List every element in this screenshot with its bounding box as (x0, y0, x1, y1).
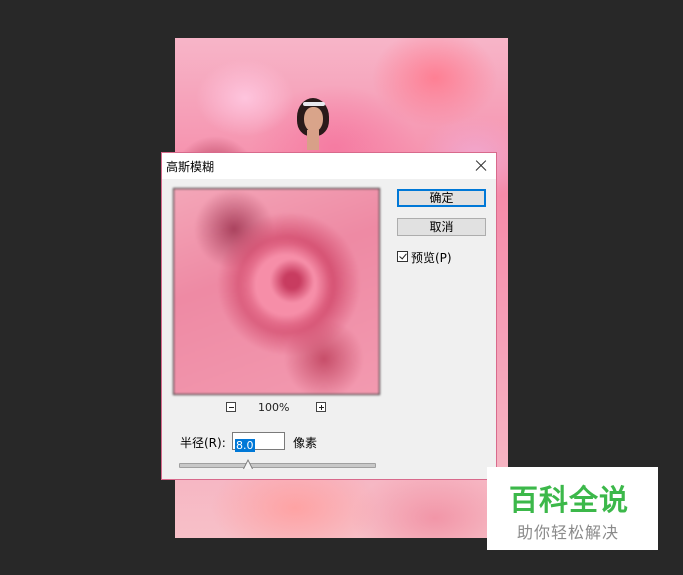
zoom-level: 100% (258, 401, 290, 414)
preview-checkbox-label[interactable]: 预览(P) (411, 249, 452, 266)
zoom-in-icon[interactable] (316, 402, 326, 412)
cancel-button[interactable]: 取消 (397, 218, 486, 236)
close-icon[interactable] (468, 154, 494, 178)
ok-button[interactable]: 确定 (397, 189, 486, 207)
zoom-out-icon[interactable] (226, 402, 236, 412)
blur-preview[interactable] (173, 188, 380, 395)
watermark-subtitle: 助你轻松解决 (517, 523, 620, 542)
gaussian-blur-dialog: 高斯模糊 100% 确定 取消 预览(P) 半径(R): 8.0 像素 (161, 152, 497, 480)
dialog-title: 高斯模糊 (166, 160, 215, 174)
radius-value[interactable]: 8.0 (235, 439, 255, 452)
radius-label: 半径(R): (180, 436, 226, 450)
watermark-logo: 百科全说 助你轻松解决 (487, 467, 658, 550)
radius-unit-label: 像素 (293, 436, 318, 450)
preview-checkbox[interactable] (397, 251, 408, 262)
dialog-titlebar: 高斯模糊 (162, 153, 496, 179)
bride-figure (295, 98, 331, 158)
watermark-title: 百科全说 (509, 483, 630, 517)
radius-slider-track[interactable] (179, 463, 376, 468)
radius-input[interactable]: 8.0 (232, 432, 285, 452)
radius-slider-thumb[interactable] (243, 459, 253, 469)
